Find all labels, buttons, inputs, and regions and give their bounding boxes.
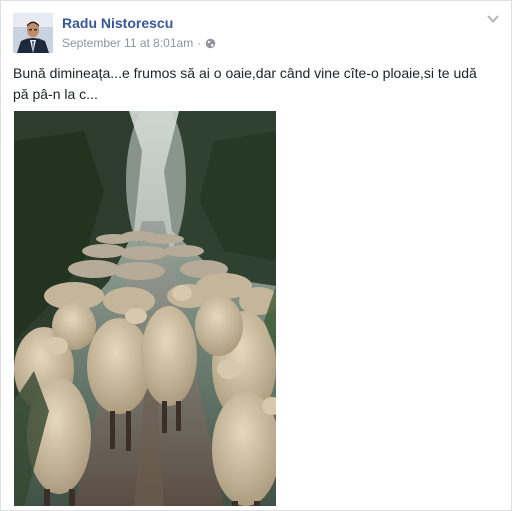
sheep-on-forest-road-image [14,111,276,506]
post-text-line-1: Bună dimineața...e frumos să ai o oaie,d… [13,65,477,81]
author-avatar[interactable] [13,13,53,53]
avatar-photo [13,13,53,53]
facebook-post: Radu Nistorescu September 11 at 8:01am ·… [0,0,512,511]
post-photo[interactable] [14,111,276,506]
post-text: Bună dimineața...e frumos să ai o oaie,d… [13,63,499,105]
chevron-down-icon[interactable] [487,14,499,24]
author-name[interactable]: Radu Nistorescu [62,15,173,31]
meta-separator: · [197,36,202,50]
post-timestamp[interactable]: September 11 at 8:01am [62,36,193,50]
post-text-line-2: pă pâ-n la c... [13,86,98,102]
post-meta: September 11 at 8:01am · [62,36,216,50]
globe-icon[interactable] [205,38,216,49]
